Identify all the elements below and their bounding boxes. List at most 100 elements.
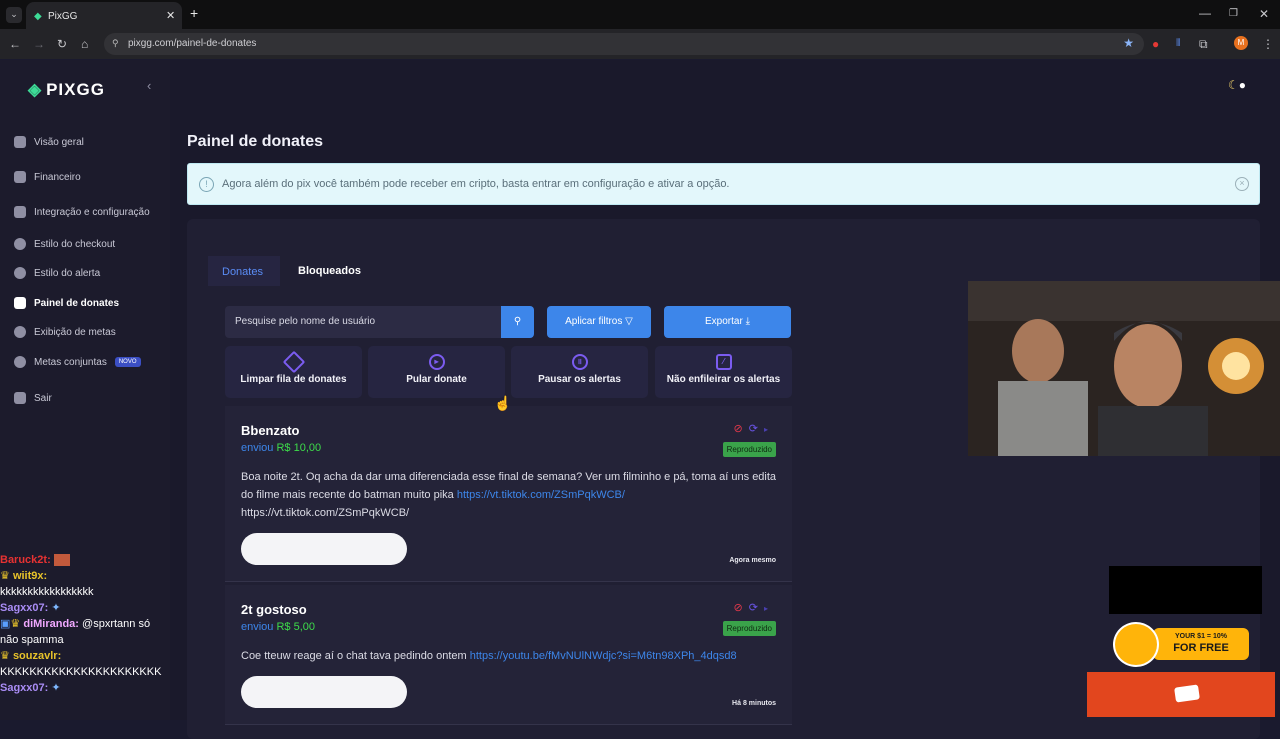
search-input[interactable]: Pesquise pelo nome de usuário [225,306,502,338]
mouse-cursor-icon: ☝ [494,395,512,411]
profile-initial: M [1237,38,1245,47]
apply-filters-label: Aplicar filtros [565,316,623,327]
card-actions: ⊘ ⟳ ▸ [734,601,768,614]
donor-name: 2t gostoso [241,602,307,617]
donate-card: 2t gostoso enviou R$ 5,00 ⊘ ⟳ ▸ Reproduzid… [225,585,792,725]
chat-user: diMiranda: [23,618,79,630]
promo-banner: YOUR $1 = 10% FOR FREE [1153,628,1249,660]
profile-avatar[interactable]: M [1234,36,1248,50]
menu-dots-icon[interactable]: ⋮ [1262,37,1274,51]
bell-off-icon: ⁄ [715,354,732,370]
block-icon[interactable]: ⊘ [734,423,743,435]
overlay-black-box [1109,566,1262,614]
extension-red-icon[interactable]: ● [1152,37,1159,51]
sidebar-item-sair[interactable]: Sair [14,390,52,406]
media-placeholder[interactable] [241,676,407,708]
chat-user: Sagxx07: [0,602,49,614]
badge-icon: ▣ [0,618,11,630]
donate-amount: R$ 10,00 [276,442,322,454]
tab-list-icon[interactable]: ⌄ [6,7,22,23]
sidebar-item-label: Exibição de metas [34,326,116,338]
close-tab-icon[interactable]: ✕ [166,9,175,22]
back-icon[interactable]: ← [9,37,21,51]
home-icon[interactable]: ⌂ [81,37,88,51]
chat-message: Sagxx07: ✦ [0,680,168,696]
site-info-icon[interactable]: ⚲ [112,38,119,49]
tab-donates[interactable]: Donates [208,256,280,286]
new-badge: NOVO [114,357,141,367]
sidebar-item-label: Integração e configuração [34,206,150,218]
theme-toggle-icon[interactable]: ☾● [1228,78,1246,92]
replay-icon[interactable]: ⟳ [749,602,758,614]
brush-icon [14,267,26,279]
search-icon: ⚲ [513,316,522,327]
replay-icon[interactable]: ⟳ [749,423,758,435]
block-icon[interactable]: ⊘ [734,602,743,614]
minimize-icon[interactable]: — [1199,6,1211,20]
orange-overlay-box [1087,672,1275,717]
new-tab-button[interactable]: + [190,6,198,20]
media-placeholder[interactable] [241,533,407,565]
bookmark-star-icon[interactable]: ★ [1123,36,1134,50]
favicon-icon: ◆ [34,11,42,22]
apply-filters-button[interactable]: Aplicar filtros ▽ [547,306,651,338]
extensions-puzzle-icon[interactable]: ⧉ [1199,37,1208,51]
url-text: pixgg.com/painel-de-donates [128,38,257,49]
skip-icon[interactable]: ▸ [764,425,768,434]
logo-mark-icon: ◈ [28,80,43,99]
chat-user: souzavlr: [12,650,62,662]
sidebar-item-visao-geral[interactable]: Visão geral [14,134,84,150]
skip-donate-button[interactable]: ▸ Pular donate [368,346,505,398]
url-input[interactable]: ⚲ pixgg.com/painel-de-donates ★ [104,33,1144,55]
clear-queue-button[interactable]: Limpar fila de donates [225,346,362,398]
sidebar-item-alerta[interactable]: Estilo do alerta [14,265,100,281]
sidebar-item-checkout[interactable]: Estilo do checkout [14,236,115,252]
promo-overlay: YOUR $1 = 10% FOR FREE [1113,622,1251,667]
no-queue-alerts-button[interactable]: ⁄ Não enfileirar os alertas [655,346,792,398]
pause-alerts-button[interactable]: ॥ Pausar os alertas [511,346,648,398]
home-icon [14,136,26,148]
browser-tab[interactable]: ◆ PixGG ✕ [26,2,182,29]
skip-icon: ▸ [428,354,445,370]
tab-bloqueados[interactable]: Bloqueados [298,265,361,277]
collapse-sidebar-icon[interactable]: ‹ [147,78,151,93]
skip-icon[interactable]: ▸ [764,604,768,613]
reload-icon[interactable]: ↻ [57,37,67,51]
chat-message: ♛ souzavlr: KKKKKKKKKKKKKKKKKKKKKK [0,648,168,680]
logo[interactable]: ◈ PIXGG [28,80,105,100]
crown-badge-icon: ♛ [0,570,10,582]
restore-icon[interactable]: ❐ [1229,7,1238,21]
message-link[interactable]: https://vt.tiktok.com/ZSmPqkWCB/ [457,489,625,501]
action-label: Não enfileirar os alertas [666,374,781,385]
sidebar-item-financeiro[interactable]: Financeiro [14,169,81,185]
donate-message: Coe tteuw reage aí o chat tava pedindo o… [241,647,781,665]
crown-badge-icon: ♛ [10,618,21,630]
chat-user: Baruck2t: [0,554,51,566]
sent-label: enviou [241,621,274,633]
sent-label: enviou [241,442,274,454]
sidebar-item-metas-conjuntas[interactable]: Metas conjuntas NOVO [14,354,141,370]
message-link[interactable]: https://youtu.be/fMvNUlNWdjc?si=M6tn98XP… [470,650,737,662]
donate-card: Bbenzato enviou R$ 10,00 ⊘ ⟳ ▸ Reproduzido… [225,406,792,582]
chat-user: wiit9x: [12,570,48,582]
sidebar-item-metas[interactable]: Exibição de metas [14,324,116,340]
sidebar-item-integracao[interactable]: Integração e configuração [14,204,150,220]
download-icon: ⤓ [745,316,750,327]
sidebar-item-painel-donates[interactable]: Painel de donates [14,295,119,311]
search-button[interactable]: ⚲ [501,306,534,338]
donate-amount: R$ 5,00 [276,621,316,633]
palette-icon [14,238,26,250]
pause-icon: ॥ [571,354,588,370]
gift-icon [14,297,26,309]
close-window-icon[interactable]: ✕ [1259,7,1269,21]
forward-icon[interactable]: → [33,37,45,51]
sidebar-item-label: Estilo do checkout [34,238,116,250]
chat-message: Sagxx07: ✦ [0,600,168,616]
chat-message: Baruck2t: [0,552,168,568]
emote-icon [53,554,70,567]
crown-badge-icon: ♛ [0,650,10,662]
card-actions: ⊘ ⟳ ▸ [734,422,768,435]
close-alert-icon[interactable]: × [1235,177,1249,191]
extension-wave-icon[interactable]: ⦀ [1176,37,1180,51]
export-button[interactable]: Exportar ⤓ [664,306,791,338]
